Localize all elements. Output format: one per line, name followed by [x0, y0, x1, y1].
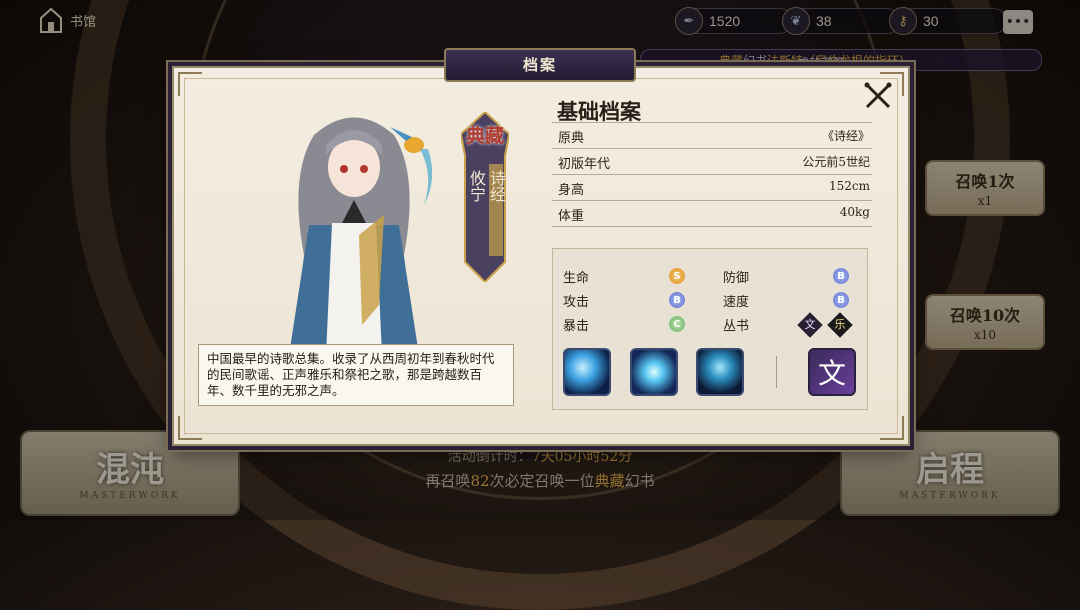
frame-corner: [178, 72, 202, 96]
element-wen-icon[interactable]: 文: [808, 348, 856, 396]
frame-corner: [880, 416, 904, 440]
info-value: 40kg: [839, 205, 870, 219]
stat-spd-grade: B: [833, 292, 849, 308]
info-table: 原典 《诗经》 初版年代 公元前5世纪 身高 152cm 体重 40kg: [552, 122, 872, 227]
modal-title: 档案: [522, 56, 557, 74]
stat-hp-label: 生命: [563, 271, 590, 286]
info-row: 初版年代 公元前5世纪: [552, 148, 872, 174]
stat-atk-label: 攻击: [563, 295, 590, 310]
skill-divider: [776, 356, 777, 388]
stat-hp-grade: S: [669, 268, 685, 284]
info-value: 公元前5世纪: [802, 155, 870, 169]
wings-skill-icon[interactable]: [630, 348, 678, 396]
series-yue-icon: 乐: [827, 312, 853, 338]
stat-def-label: 防御: [723, 271, 750, 286]
stat-spd-label: 速度: [723, 295, 750, 310]
info-value: 152cm: [828, 179, 870, 193]
character-portrait: [289, 117, 433, 355]
info-key: 身高: [558, 183, 585, 198]
stat-series-label: 丛书: [723, 319, 750, 334]
info-key: 原典: [558, 131, 585, 146]
info-key: 体重: [558, 209, 585, 224]
stat-def-grade: B: [833, 268, 849, 284]
info-row: 原典 《诗经》: [552, 122, 872, 148]
info-key: 初版年代: [558, 157, 611, 172]
info-row: 身高 152cm: [552, 174, 872, 200]
frame-corner: [178, 416, 202, 440]
character-description: 中国最早的诗歌总集。收录了从西周初年到春秋时代的民间歌谣、正声雅乐和祭祀之歌，那…: [198, 344, 514, 406]
series-wen-icon: 文: [797, 312, 823, 338]
water-slash-skill-icon[interactable]: [563, 348, 611, 396]
info-row: 体重 40kg: [552, 200, 872, 227]
rarity-badge: 典藏: [465, 124, 504, 147]
close-icon[interactable]: [862, 80, 894, 112]
stat-atk-grade: B: [669, 292, 685, 308]
element-glyph: 文: [817, 357, 846, 390]
character-name: 攸宁: [467, 170, 486, 202]
stat-crit-label: 暴击: [563, 319, 590, 334]
info-value: 《诗经》: [821, 129, 870, 143]
stat-crit-grade: C: [669, 316, 685, 332]
silhouette-skill-icon[interactable]: [696, 348, 744, 396]
book-name: 诗经: [487, 170, 506, 202]
character-banner: 典藏 攸宁 诗经: [461, 112, 509, 282]
modal-title-tab: 档案: [444, 48, 636, 82]
